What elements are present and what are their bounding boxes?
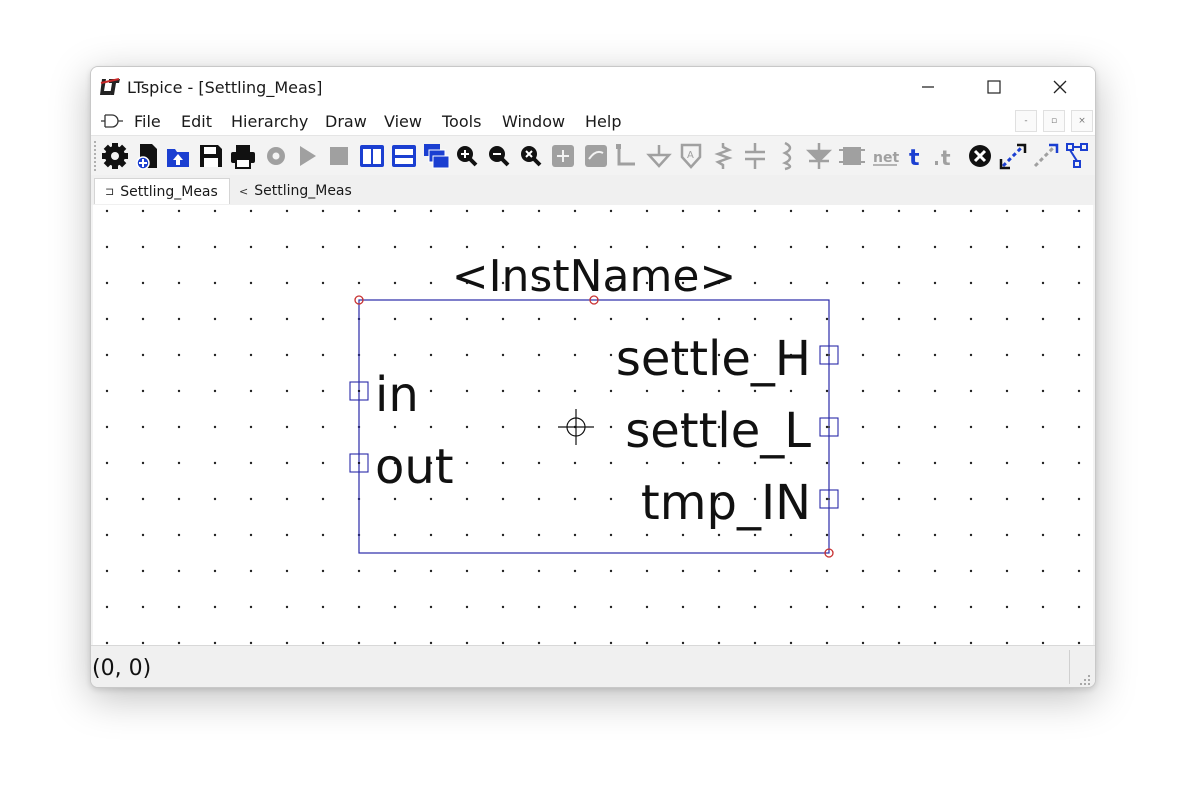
rotate-icon[interactable] — [1066, 143, 1088, 168]
drag-icon[interactable] — [1033, 143, 1059, 168]
open-icon[interactable] — [167, 149, 189, 167]
symbol-icon: ⊐ — [105, 185, 115, 198]
pan-disabled-icon[interactable] — [585, 145, 607, 167]
cascade-icon[interactable] — [424, 144, 450, 169]
diode-disabled-icon[interactable] — [805, 143, 833, 169]
label-disabled-icon[interactable]: A — [680, 143, 702, 169]
text-icon[interactable]: t — [909, 146, 920, 171]
minimize-icon — [922, 86, 934, 88]
tab-label: Settling_Meas — [254, 183, 352, 199]
close-button[interactable] — [1027, 67, 1093, 107]
zoom-area-disabled-icon[interactable] — [552, 145, 574, 167]
tile-vertical-icon[interactable] — [360, 145, 384, 167]
menu-view[interactable]: View — [384, 112, 422, 131]
pin-tmp-in-label[interactable]: tmp_IN — [641, 475, 811, 531]
tab-schematic-settling-meas[interactable]: < Settling_Meas — [231, 178, 359, 204]
symbol-menu-icon[interactable] — [100, 113, 124, 129]
toolbar: A net t t — [91, 137, 1095, 176]
run-disabled-icon[interactable] — [267, 147, 285, 165]
maximize-button[interactable] — [961, 67, 1027, 107]
play-disabled-icon[interactable] — [300, 146, 316, 166]
tile-horizontal-icon[interactable] — [392, 145, 416, 167]
component-disabled-icon[interactable] — [839, 147, 865, 165]
tab-symbol-settling-meas[interactable]: ⊐ Settling_Meas — [94, 178, 230, 204]
delete-icon[interactable] — [969, 145, 991, 167]
ltspice-window: LTspice - [Settling_Meas] File Edit Hier… — [90, 66, 1096, 688]
pin-settle-l-label[interactable]: settle_L — [625, 403, 811, 459]
minimize-button[interactable] — [895, 67, 961, 107]
ground-disabled-icon[interactable] — [646, 145, 672, 168]
zoom-fit-icon[interactable] — [521, 146, 542, 167]
zoom-in-icon[interactable] — [457, 146, 478, 167]
pin-settle-h-label[interactable]: settle_H — [616, 331, 811, 387]
save-icon[interactable] — [200, 145, 222, 167]
zoom-out-icon[interactable] — [489, 146, 510, 167]
mdi-minimize-button[interactable]: - — [1015, 110, 1037, 132]
menu-tools[interactable]: Tools — [442, 112, 481, 131]
svg-text:net: net — [873, 150, 899, 166]
spice-directive-icon[interactable]: t — [935, 146, 951, 170]
tab-label: Settling_Meas — [120, 183, 218, 200]
close-icon — [1053, 80, 1067, 94]
tab-bar: ⊐ Settling_Meas < Settling_Meas — [91, 175, 1095, 205]
menu-hierarchy[interactable]: Hierarchy — [231, 112, 308, 131]
title-bar[interactable]: LTspice - [Settling_Meas] — [91, 67, 1095, 107]
resistor-disabled-icon[interactable] — [714, 143, 733, 169]
status-bar: (0, 0) — [91, 645, 1095, 687]
menu-window[interactable]: Window — [502, 112, 565, 131]
pin-in-label[interactable]: in — [375, 367, 419, 423]
capacitor-disabled-icon[interactable] — [745, 143, 765, 169]
new-schematic-icon[interactable] — [136, 144, 157, 170]
gear-icon[interactable] — [102, 143, 128, 169]
stop-disabled-icon[interactable] — [330, 147, 348, 165]
menu-draw[interactable]: Draw — [325, 112, 367, 131]
menu-bar: File Edit Hierarchy Draw View Tools Wind… — [91, 107, 1095, 136]
cursor-coordinates: (0, 0) — [92, 656, 152, 681]
menu-file[interactable]: File — [134, 112, 161, 131]
net-icon[interactable]: net — [873, 150, 899, 166]
origin-crosshair-icon — [558, 409, 594, 445]
inst-name-label[interactable]: <InstName> — [452, 251, 737, 302]
resize-grip-icon[interactable] — [1079, 674, 1091, 686]
svg-text:t: t — [941, 146, 951, 170]
window-title: LTspice - [Settling_Meas] — [127, 78, 323, 97]
menu-edit[interactable]: Edit — [181, 112, 212, 131]
inductor-disabled-icon[interactable] — [781, 141, 792, 171]
status-divider — [1069, 650, 1070, 684]
wire-disabled-icon[interactable] — [616, 144, 635, 166]
symbol-editor-canvas[interactable]: <InstName> in out settle_H settle_L tmp_… — [93, 205, 1093, 645]
schematic-icon: < — [239, 184, 249, 198]
menu-help[interactable]: Help — [585, 112, 621, 131]
pin-out-label[interactable]: out — [375, 439, 454, 495]
move-icon[interactable] — [999, 143, 1027, 170]
mdi-close-button[interactable]: × — [1071, 110, 1093, 132]
maximize-icon — [987, 80, 1001, 94]
ltspice-logo-icon — [99, 77, 121, 97]
svg-text:A: A — [687, 150, 694, 161]
print-icon[interactable] — [231, 145, 255, 169]
svg-text:t: t — [909, 146, 920, 171]
mdi-restore-button[interactable]: ▫ — [1043, 110, 1065, 132]
